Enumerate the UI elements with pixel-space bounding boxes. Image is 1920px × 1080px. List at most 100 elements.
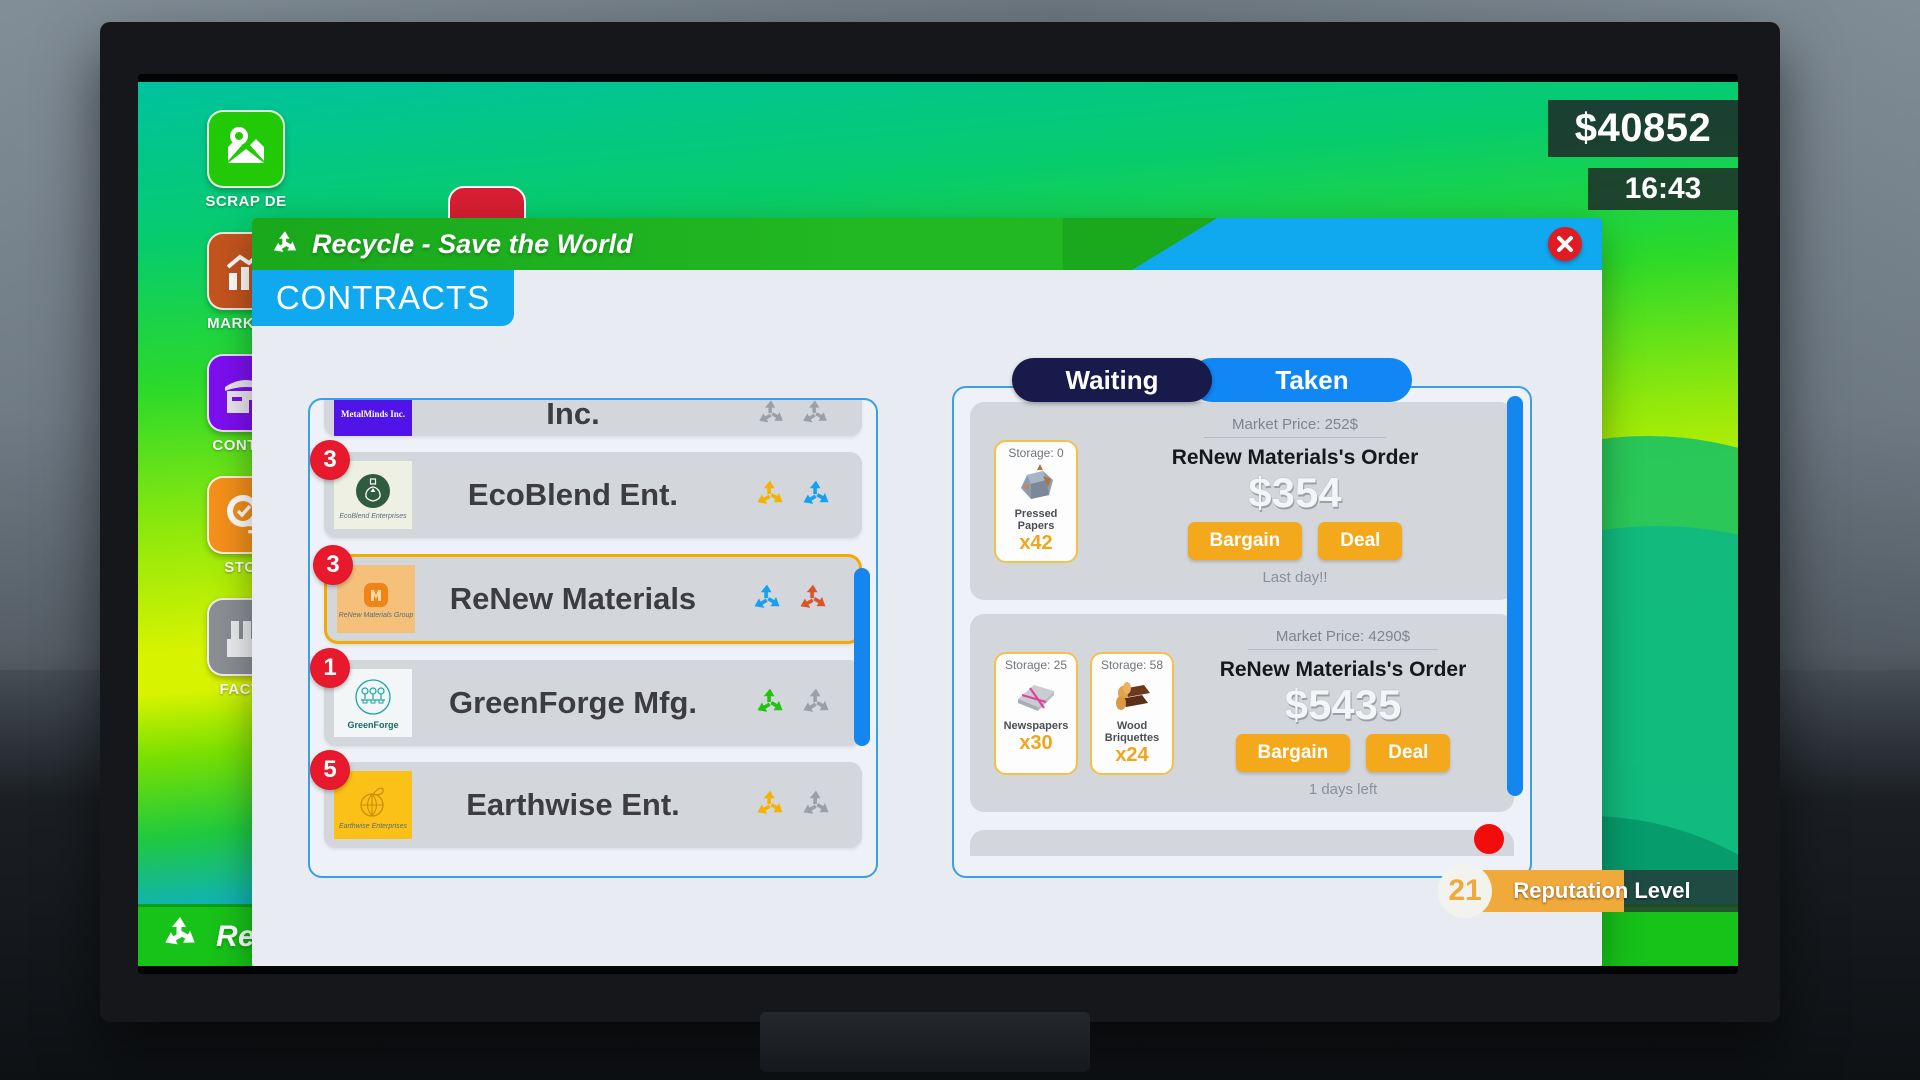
company-logo-text: MetalMinds Inc. bbox=[334, 400, 412, 436]
company-logo: MetalMinds Inc. bbox=[334, 400, 412, 436]
recycle-icon bbox=[803, 480, 829, 504]
recycle-icon bbox=[757, 790, 783, 814]
recycle-icon bbox=[759, 400, 783, 423]
money-display: $40852 bbox=[1548, 100, 1738, 157]
order-actions: Bargain Deal bbox=[1092, 522, 1498, 560]
recycle-icon bbox=[160, 914, 200, 959]
order-details: Market Price: 4290$ ReNew Materials's Or… bbox=[1188, 628, 1498, 798]
company-logo-text: GreenForge bbox=[347, 720, 399, 730]
pressed-papers-icon bbox=[998, 460, 1074, 508]
order-details: Market Price: 252$ ReNew Materials's Ord… bbox=[1092, 416, 1498, 586]
company-name: ReNew Materials bbox=[449, 581, 697, 617]
contract-count-badge: 3 bbox=[313, 545, 353, 585]
map-pin-icon bbox=[207, 110, 285, 188]
company-logo-text: EcoBlend Enterprises bbox=[339, 512, 407, 520]
item-name: Pressed Papers bbox=[1014, 507, 1058, 532]
reputation-bar: Reputation Level bbox=[1466, 870, 1738, 912]
window-title: Recycle - Save the World bbox=[312, 228, 633, 259]
market-price: Market Price: 4290$ bbox=[1247, 628, 1439, 650]
list-item[interactable]: MetalMinds Inc. Inc. bbox=[324, 400, 862, 436]
material-icons bbox=[734, 400, 852, 431]
renew-logo-icon bbox=[364, 582, 388, 607]
sidebar-item-scrap-dealer[interactable]: SCRAP DE bbox=[186, 110, 306, 210]
order-items: Storage: 0 Pressed Papers x42 bbox=[986, 439, 1078, 563]
item-name: Wood Briquettes bbox=[1104, 719, 1160, 744]
market-price: Market Price: 252$ bbox=[1204, 416, 1386, 438]
contract-count-badge: 5 bbox=[310, 750, 350, 790]
material-icons bbox=[731, 581, 849, 617]
order-item[interactable]: Storage: 0 Pressed Papers x42 bbox=[994, 439, 1078, 563]
order-title: ReNew Materials's Order bbox=[1171, 446, 1419, 469]
deal-button[interactable]: Deal bbox=[1318, 522, 1403, 560]
newspapers-icon bbox=[998, 672, 1074, 720]
recycle-icon bbox=[800, 584, 826, 608]
orders-tabs: Waiting Taken bbox=[1012, 358, 1412, 402]
ecoblend-logo-icon bbox=[356, 473, 390, 508]
recycle-icon bbox=[803, 790, 829, 814]
company-name: EcoBlend Ent. bbox=[467, 477, 679, 513]
tab-waiting[interactable]: Waiting bbox=[1012, 358, 1212, 402]
order-title: ReNew Materials's Order bbox=[1219, 658, 1467, 681]
monitor-stand bbox=[760, 1012, 1090, 1072]
wood-briquettes-icon bbox=[1094, 672, 1170, 720]
new-order-indicator bbox=[1474, 824, 1504, 854]
contracts-window: Recycle - Save the World CONTRACTS Metal… bbox=[252, 218, 1602, 966]
order-price: $5435 bbox=[1284, 681, 1402, 728]
recycle-icon bbox=[803, 688, 829, 712]
order-time-left: 1 days left bbox=[1308, 781, 1378, 798]
order-card-partial[interactable] bbox=[970, 824, 1514, 856]
tab-contracts-label: CONTRACTS bbox=[275, 279, 491, 316]
recycle-icon bbox=[757, 480, 783, 504]
contracts-list-scroll[interactable]: MetalMinds Inc. Inc. 3 EcoBlend Enterpri… bbox=[310, 400, 876, 876]
list-item[interactable]: 1 GreenForge GreenForge Mfg. bbox=[310, 648, 862, 746]
clock-display: 16:43 bbox=[1588, 168, 1738, 210]
recycle-icon bbox=[270, 229, 300, 259]
list-item-selected[interactable]: 3 ReNew Materials Group ReNew Materials bbox=[313, 545, 862, 644]
recycle-icon bbox=[754, 584, 780, 608]
tab-waiting-label: Waiting bbox=[1065, 364, 1159, 395]
deal-button[interactable]: Deal bbox=[1366, 734, 1451, 772]
sidebar-item-label: SCRAP DE bbox=[205, 193, 287, 210]
order-item[interactable]: Storage: 25 Newspapers x30 bbox=[994, 651, 1078, 775]
reputation-widget: Reputation Level 21 bbox=[1438, 864, 1738, 918]
game-screen: SCRAP DE MARKETP CONTRA STOR FACTO Recyc… bbox=[138, 82, 1738, 966]
monitor-bezel: SCRAP DE MARKETP CONTRA STOR FACTO Recyc… bbox=[100, 22, 1780, 1022]
tab-taken[interactable]: Taken bbox=[1190, 358, 1412, 402]
monitor-screen-area: SCRAP DE MARKETP CONTRA STOR FACTO Recyc… bbox=[138, 74, 1738, 974]
company-logo-text: Earthwise Enterprises bbox=[338, 822, 408, 830]
earthwise-logo-icon bbox=[360, 787, 384, 817]
order-item[interactable]: Storage: 58 Wood Briquettes x24 bbox=[1090, 651, 1174, 775]
close-icon[interactable] bbox=[1548, 227, 1582, 261]
recycle-icon bbox=[803, 400, 827, 423]
greenforge-logo-icon bbox=[355, 679, 391, 715]
item-quantity: x42 bbox=[1019, 531, 1053, 554]
item-name: Newspapers bbox=[1003, 719, 1069, 732]
tab-contracts[interactable]: CONTRACTS bbox=[252, 270, 514, 326]
reputation-level-value: 21 bbox=[1438, 864, 1492, 918]
material-icons bbox=[734, 685, 852, 721]
item-quantity: x30 bbox=[1019, 731, 1053, 754]
item-quantity: x24 bbox=[1115, 743, 1149, 766]
contracts-list-scrollbar[interactable] bbox=[854, 568, 870, 746]
material-icons bbox=[734, 477, 852, 513]
contracts-list-panel: MetalMinds Inc. Inc. 3 EcoBlend Enterpri… bbox=[308, 398, 878, 878]
contract-count-badge: 3 bbox=[310, 440, 350, 480]
titlebar-accent bbox=[1132, 218, 1602, 270]
company-name: Earthwise Ent. bbox=[466, 787, 680, 823]
item-storage: Storage: 58 bbox=[1100, 657, 1164, 672]
order-time-left: Last day!! bbox=[1262, 569, 1328, 586]
list-item[interactable]: 3 EcoBlend Enterprises EcoBlend Ent. bbox=[310, 440, 862, 538]
orders-scrollbar[interactable] bbox=[1507, 396, 1523, 796]
company-name: GreenForge Mfg. bbox=[448, 685, 697, 721]
window-body: MetalMinds Inc. Inc. 3 EcoBlend Enterpri… bbox=[252, 326, 1602, 966]
recycle-icon bbox=[757, 688, 783, 712]
order-card: Storage: 25 Newspapers x30 Storage: 58 W… bbox=[970, 614, 1514, 812]
bargain-button[interactable]: Bargain bbox=[1187, 522, 1303, 560]
order-actions: Bargain Deal bbox=[1188, 734, 1498, 772]
orders-panel: Storage: 0 Pressed Papers x42 Market Pri… bbox=[952, 386, 1532, 878]
reputation-label: Reputation Level bbox=[1513, 878, 1691, 903]
order-items: Storage: 25 Newspapers x30 Storage: 58 W… bbox=[986, 651, 1174, 775]
list-item[interactable]: 5 Earthwise Enterprises Earthwise Ent. bbox=[310, 750, 862, 848]
bargain-button[interactable]: Bargain bbox=[1235, 734, 1351, 772]
window-titlebar: Recycle - Save the World bbox=[252, 218, 1602, 270]
